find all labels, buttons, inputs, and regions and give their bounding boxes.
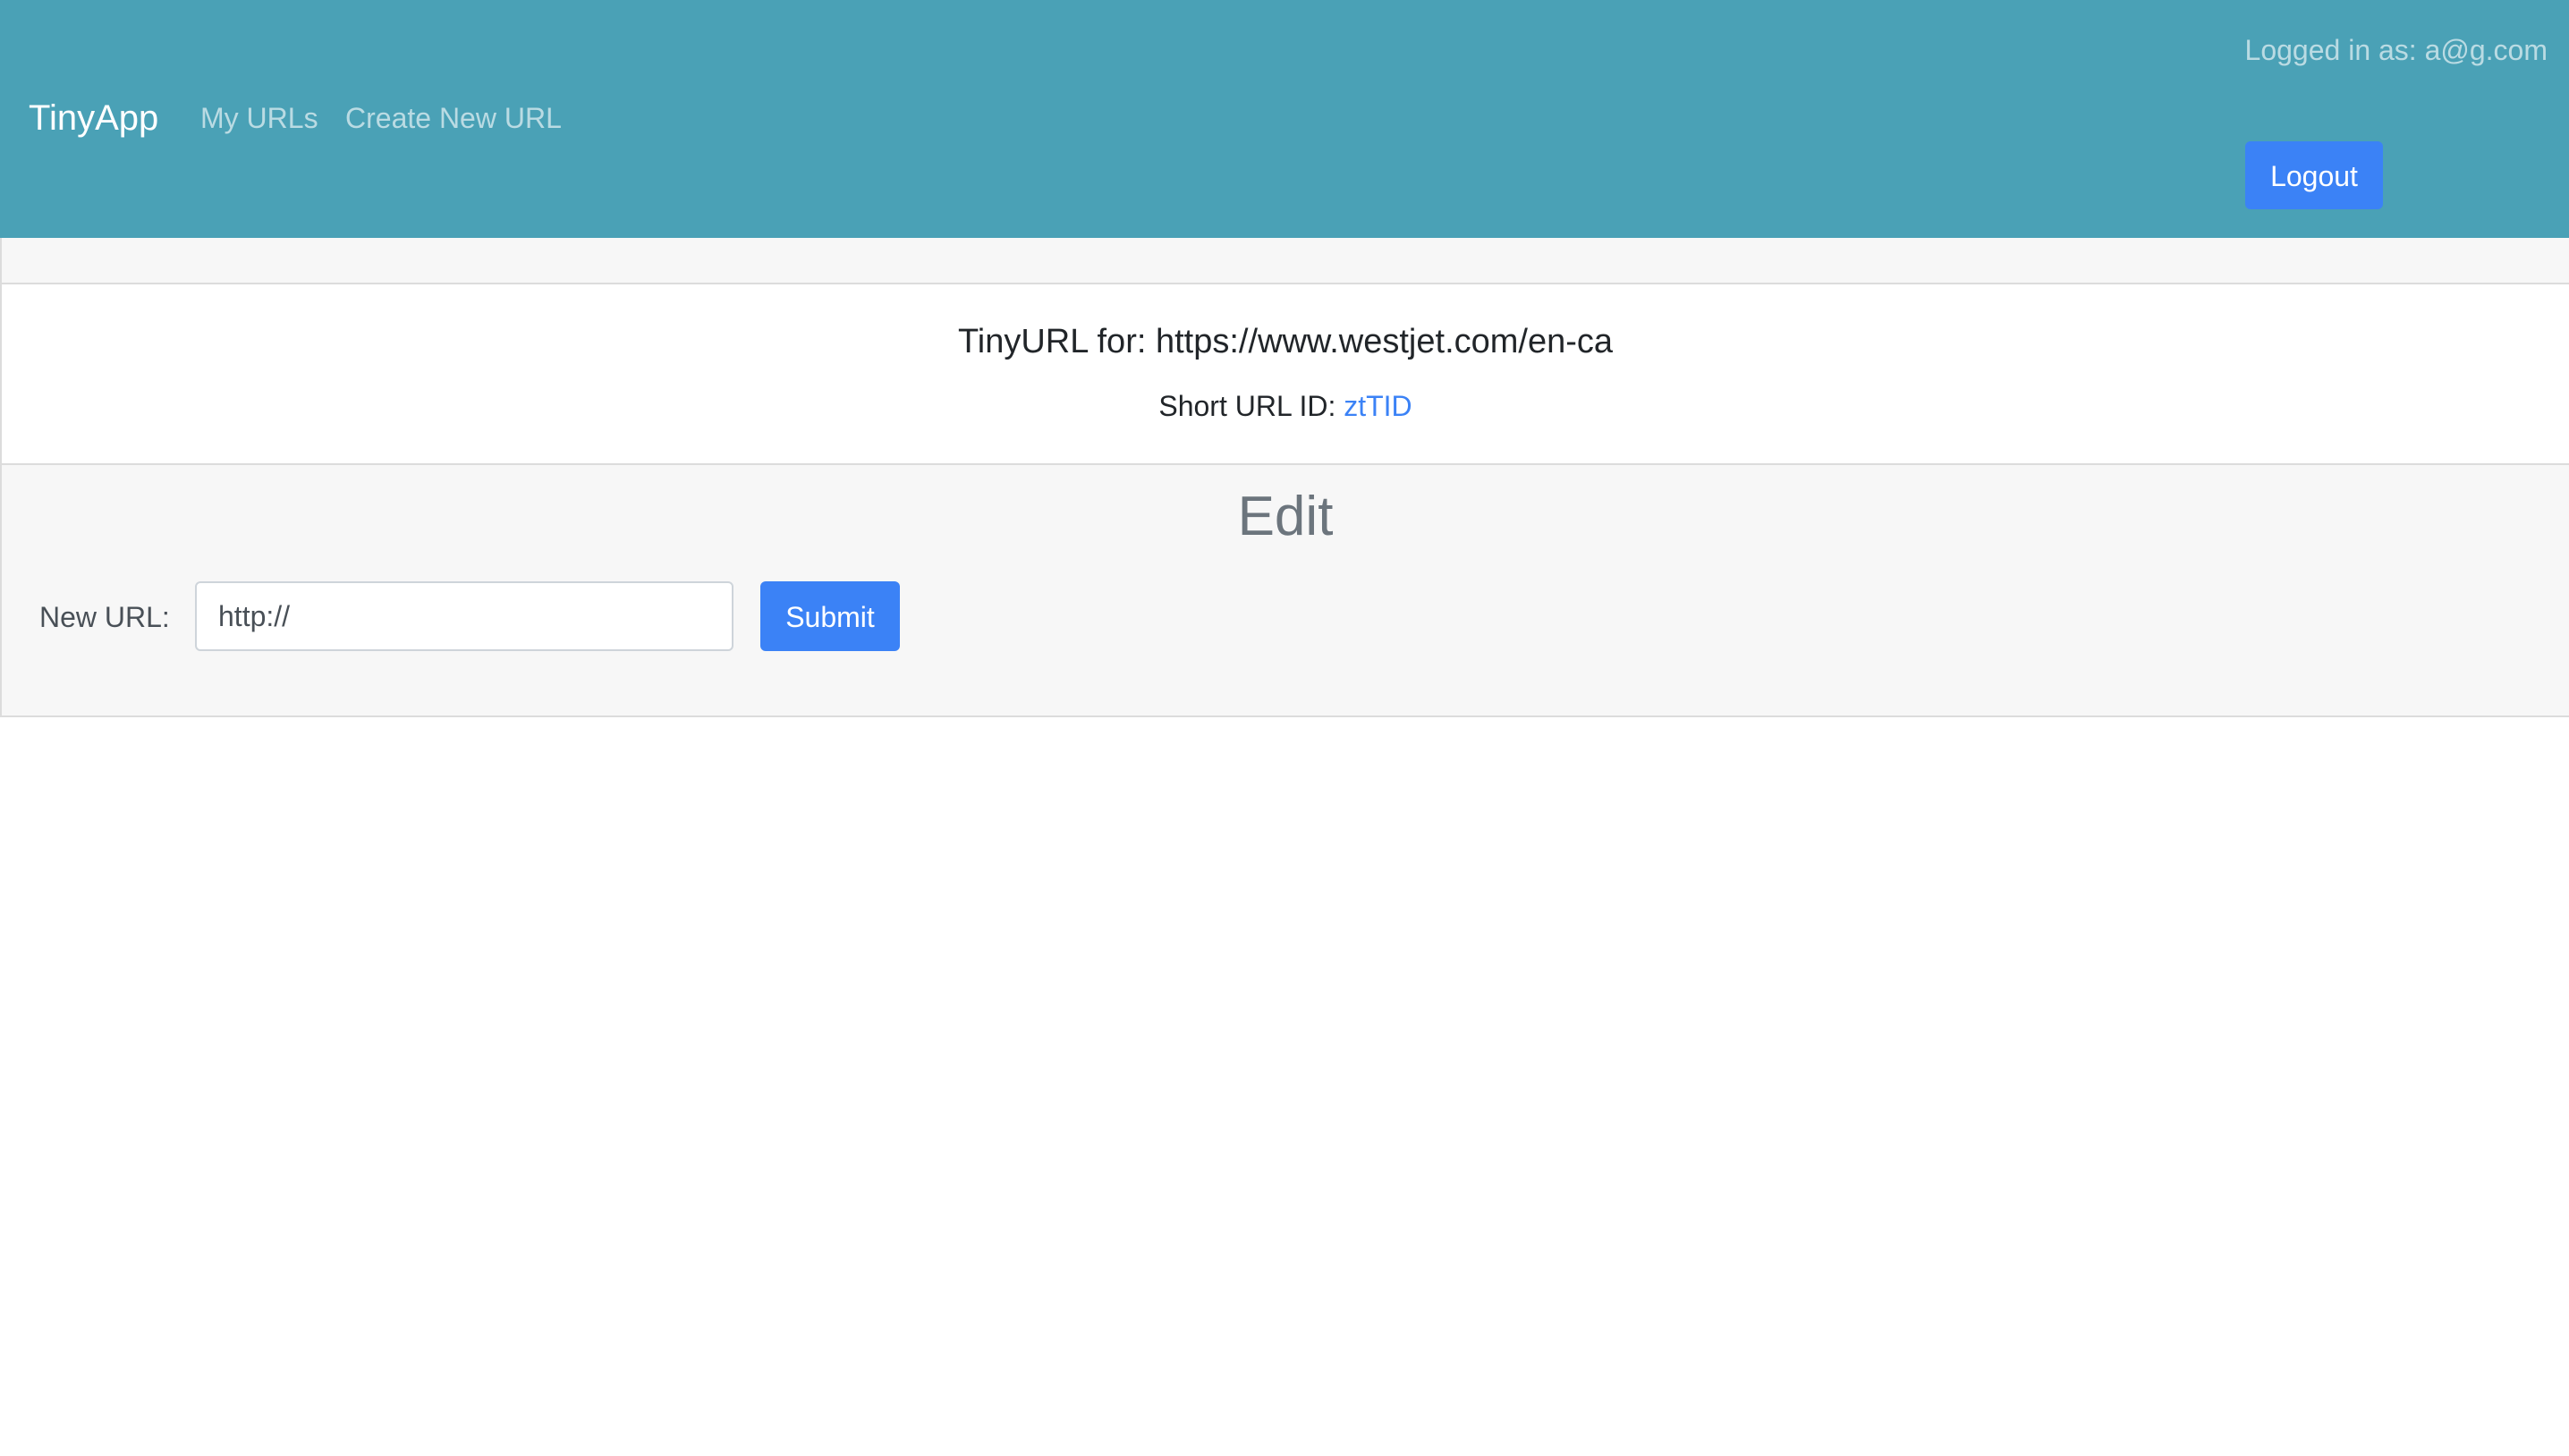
card-header	[2, 238, 2569, 284]
short-url-id-line: Short URL ID: ztTID	[2, 388, 2569, 424]
nav-link-my-urls[interactable]: My URLs	[200, 100, 318, 136]
logged-in-status: Logged in as: a@g.com	[2244, 34, 2548, 66]
navbar: TinyApp My URLs Create New URL Logged in…	[0, 0, 2569, 238]
url-card: TinyURL for: https://www.westjet.com/en-…	[0, 238, 2569, 717]
edit-heading: Edit	[1237, 486, 1334, 547]
logout-button[interactable]: Logout	[2245, 141, 2383, 209]
short-url-id-link[interactable]: ztTID	[1344, 390, 1412, 422]
nav-link-create-new-url[interactable]: Create New URL	[345, 100, 562, 136]
short-url-id-label: Short URL ID:	[1158, 390, 1344, 422]
new-url-input[interactable]	[195, 581, 733, 651]
brand-logo[interactable]: TinyApp	[29, 97, 158, 140]
submit-button[interactable]: Submit	[760, 581, 900, 651]
edit-section: Edit New URL: Submit	[2, 463, 2569, 715]
tinyurl-title: TinyURL for: https://www.westjet.com/en-…	[957, 323, 1614, 360]
new-url-label: New URL:	[39, 601, 170, 633]
